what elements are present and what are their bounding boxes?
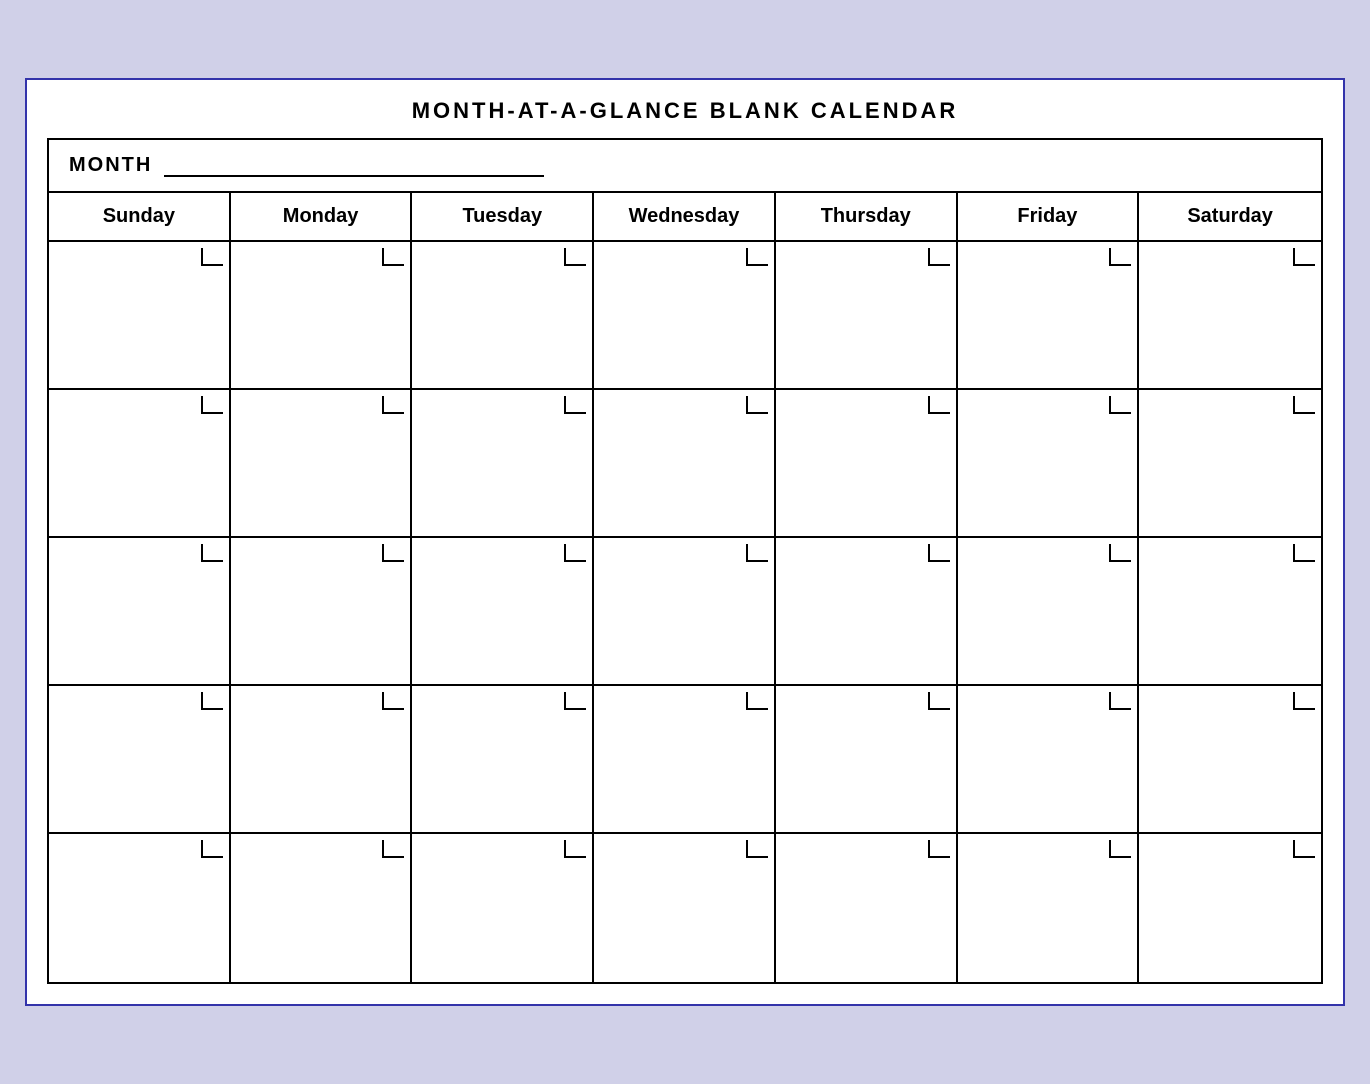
calendar-week-3	[49, 538, 1321, 686]
calendar-week-4	[49, 686, 1321, 834]
date-corner	[1109, 544, 1131, 562]
calendar-grid: Sunday Monday Tuesday Wednesday Thursday…	[47, 191, 1323, 984]
header-sunday: Sunday	[49, 193, 231, 240]
header-wednesday: Wednesday	[594, 193, 776, 240]
date-corner	[564, 248, 586, 266]
header-monday: Monday	[231, 193, 413, 240]
cell-w3-tue	[412, 538, 594, 684]
cell-w5-sun	[49, 834, 231, 982]
cell-w2-mon	[231, 390, 413, 536]
cell-w5-fri	[958, 834, 1140, 982]
date-corner	[564, 396, 586, 414]
cell-w4-mon	[231, 686, 413, 832]
date-corner	[1293, 248, 1315, 266]
month-label: MONTH	[69, 154, 152, 177]
date-corner	[382, 692, 404, 710]
date-corner	[746, 248, 768, 266]
cell-w2-sat	[1139, 390, 1321, 536]
cell-w1-sun	[49, 242, 231, 388]
date-corner	[928, 692, 950, 710]
cell-w4-tue	[412, 686, 594, 832]
date-corner	[1293, 692, 1315, 710]
month-line	[164, 155, 544, 177]
calendar-week-1	[49, 242, 1321, 390]
page-wrapper: MONTH-AT-A-GLANCE BLANK CALENDAR MONTH S…	[25, 78, 1345, 1006]
cell-w4-fri	[958, 686, 1140, 832]
date-corner	[746, 396, 768, 414]
date-corner	[564, 692, 586, 710]
cell-w3-thu	[776, 538, 958, 684]
date-corner	[746, 544, 768, 562]
date-corner	[1109, 692, 1131, 710]
cell-w3-wed	[594, 538, 776, 684]
cell-w4-wed	[594, 686, 776, 832]
page-title: MONTH-AT-A-GLANCE BLANK CALENDAR	[47, 98, 1323, 124]
calendar-weeks	[49, 242, 1321, 982]
date-corner	[201, 544, 223, 562]
date-corner	[928, 840, 950, 858]
cell-w3-fri	[958, 538, 1140, 684]
cell-w5-tue	[412, 834, 594, 982]
cell-w1-sat	[1139, 242, 1321, 388]
date-corner	[1293, 544, 1315, 562]
date-corner	[201, 248, 223, 266]
cell-w3-sat	[1139, 538, 1321, 684]
calendar-week-2	[49, 390, 1321, 538]
header-friday: Friday	[958, 193, 1140, 240]
day-headers: Sunday Monday Tuesday Wednesday Thursday…	[49, 193, 1321, 242]
date-corner	[928, 248, 950, 266]
cell-w5-mon	[231, 834, 413, 982]
month-row: MONTH	[47, 138, 1323, 191]
date-corner	[928, 544, 950, 562]
cell-w1-wed	[594, 242, 776, 388]
date-corner	[382, 544, 404, 562]
date-corner	[564, 840, 586, 858]
cell-w3-mon	[231, 538, 413, 684]
date-corner	[928, 396, 950, 414]
date-corner	[382, 396, 404, 414]
cell-w2-tue	[412, 390, 594, 536]
date-corner	[746, 692, 768, 710]
cell-w2-wed	[594, 390, 776, 536]
cell-w5-thu	[776, 834, 958, 982]
cell-w5-wed	[594, 834, 776, 982]
date-corner	[564, 544, 586, 562]
date-corner	[1293, 396, 1315, 414]
date-corner	[746, 840, 768, 858]
date-corner	[1109, 248, 1131, 266]
cell-w1-tue	[412, 242, 594, 388]
date-corner	[1109, 840, 1131, 858]
date-corner	[382, 840, 404, 858]
date-corner	[201, 396, 223, 414]
date-corner	[201, 840, 223, 858]
date-corner	[1293, 840, 1315, 858]
cell-w1-thu	[776, 242, 958, 388]
calendar-week-5	[49, 834, 1321, 982]
cell-w2-thu	[776, 390, 958, 536]
cell-w1-fri	[958, 242, 1140, 388]
cell-w4-sat	[1139, 686, 1321, 832]
cell-w4-thu	[776, 686, 958, 832]
date-corner	[382, 248, 404, 266]
cell-w2-sun	[49, 390, 231, 536]
cell-w5-sat	[1139, 834, 1321, 982]
cell-w2-fri	[958, 390, 1140, 536]
cell-w1-mon	[231, 242, 413, 388]
header-thursday: Thursday	[776, 193, 958, 240]
date-corner	[201, 692, 223, 710]
cell-w3-sun	[49, 538, 231, 684]
cell-w4-sun	[49, 686, 231, 832]
header-tuesday: Tuesday	[412, 193, 594, 240]
date-corner	[1109, 396, 1131, 414]
header-saturday: Saturday	[1139, 193, 1321, 240]
